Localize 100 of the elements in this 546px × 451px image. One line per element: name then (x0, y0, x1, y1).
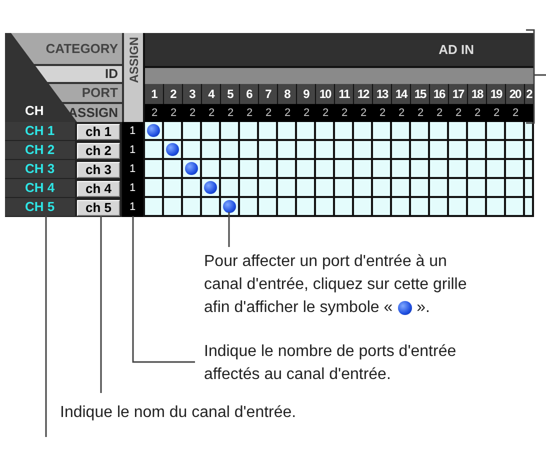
grid-cell[interactable] (221, 160, 240, 179)
grid-cell[interactable] (449, 179, 468, 198)
grid-cell[interactable] (183, 198, 202, 217)
grid-cell[interactable] (354, 122, 373, 141)
grid-cell[interactable] (316, 179, 335, 198)
grid-cell[interactable] (449, 160, 468, 179)
grid-cell[interactable] (240, 179, 259, 198)
grid-cell[interactable] (164, 198, 183, 217)
grid-cell[interactable] (506, 198, 525, 217)
grid-cell[interactable] (373, 198, 392, 217)
grid-cell[interactable] (278, 179, 297, 198)
grid-cell[interactable] (316, 198, 335, 217)
grid-cell[interactable] (506, 179, 525, 198)
channel-name-button[interactable]: ch 5 (77, 200, 120, 216)
grid-cell[interactable] (430, 179, 449, 198)
grid-cell[interactable] (221, 179, 240, 198)
grid-cell[interactable] (411, 160, 430, 179)
grid-cell[interactable] (316, 141, 335, 160)
grid-cell[interactable] (145, 122, 164, 141)
grid-cell[interactable] (373, 141, 392, 160)
grid-cell[interactable] (430, 141, 449, 160)
grid-cell[interactable] (297, 122, 316, 141)
grid-cell[interactable] (183, 179, 202, 198)
grid-cell[interactable] (297, 160, 316, 179)
grid-cell[interactable] (202, 122, 221, 141)
grid-cell[interactable] (183, 160, 202, 179)
grid-cell[interactable] (449, 122, 468, 141)
grid-cell[interactable] (430, 198, 449, 217)
grid-cell[interactable] (487, 160, 506, 179)
grid-cell[interactable] (240, 122, 259, 141)
grid-cell[interactable] (335, 198, 354, 217)
grid-cell[interactable] (525, 160, 534, 179)
grid-cell[interactable] (145, 179, 164, 198)
grid-cell[interactable] (487, 179, 506, 198)
grid-cell[interactable] (145, 141, 164, 160)
grid-cell[interactable] (164, 122, 183, 141)
channel-name-button[interactable]: ch 3 (77, 162, 120, 178)
grid-cell[interactable] (259, 198, 278, 217)
grid-cell[interactable] (487, 198, 506, 217)
grid-cell[interactable] (411, 141, 430, 160)
channel-name-button[interactable]: ch 2 (77, 142, 120, 158)
grid-cell[interactable] (221, 122, 240, 141)
grid-cell[interactable] (335, 179, 354, 198)
grid-cell[interactable] (202, 179, 221, 198)
grid-cell[interactable] (278, 160, 297, 179)
grid-cell[interactable] (316, 122, 335, 141)
grid-cell[interactable] (202, 198, 221, 217)
grid-cell[interactable] (468, 179, 487, 198)
grid-cell[interactable] (525, 198, 534, 217)
grid-cell[interactable] (145, 160, 164, 179)
grid-cell[interactable] (449, 141, 468, 160)
grid-cell[interactable] (430, 160, 449, 179)
grid-cell[interactable] (392, 141, 411, 160)
grid-cell[interactable] (411, 122, 430, 141)
grid-cell[interactable] (145, 198, 164, 217)
grid-cell[interactable] (240, 198, 259, 217)
grid-cell[interactable] (202, 141, 221, 160)
grid-cell[interactable] (354, 179, 373, 198)
grid-cell[interactable] (449, 198, 468, 217)
grid-cell[interactable] (221, 198, 240, 217)
grid-cell[interactable] (335, 160, 354, 179)
grid-cell[interactable] (259, 179, 278, 198)
channel-name-button[interactable]: ch 4 (77, 180, 120, 196)
grid-cell[interactable] (392, 122, 411, 141)
grid-cell[interactable] (278, 198, 297, 217)
grid-cell[interactable] (202, 160, 221, 179)
grid-cell[interactable] (354, 198, 373, 217)
grid-cell[interactable] (221, 141, 240, 160)
grid-cell[interactable] (183, 141, 202, 160)
grid-cell[interactable] (373, 122, 392, 141)
grid-cell[interactable] (506, 141, 525, 160)
grid-cell[interactable] (297, 198, 316, 217)
grid-cell[interactable] (468, 141, 487, 160)
grid-cell[interactable] (278, 122, 297, 141)
grid-cell[interactable] (525, 179, 534, 198)
grid-cell[interactable] (392, 160, 411, 179)
grid-cell[interactable] (468, 122, 487, 141)
grid-cell[interactable] (259, 141, 278, 160)
grid-cell[interactable] (468, 198, 487, 217)
grid-cell[interactable] (259, 160, 278, 179)
grid-cell[interactable] (411, 198, 430, 217)
grid-cell[interactable] (164, 160, 183, 179)
grid-cell[interactable] (240, 141, 259, 160)
grid-cell[interactable] (430, 122, 449, 141)
grid-cell[interactable] (506, 160, 525, 179)
channel-name-button[interactable]: ch 1 (77, 124, 120, 140)
grid-cell[interactable] (183, 122, 202, 141)
grid-cell[interactable] (354, 141, 373, 160)
grid-cell[interactable] (411, 179, 430, 198)
grid-cell[interactable] (164, 141, 183, 160)
grid-cell[interactable] (354, 160, 373, 179)
grid-cell[interactable] (259, 122, 278, 141)
grid-cell[interactable] (316, 160, 335, 179)
grid-cell[interactable] (297, 141, 316, 160)
grid-cell[interactable] (487, 141, 506, 160)
grid-cell[interactable] (487, 122, 506, 141)
grid-cell[interactable] (468, 160, 487, 179)
grid-cell[interactable] (373, 179, 392, 198)
grid-cell[interactable] (278, 141, 297, 160)
grid-cell[interactable] (506, 122, 525, 141)
